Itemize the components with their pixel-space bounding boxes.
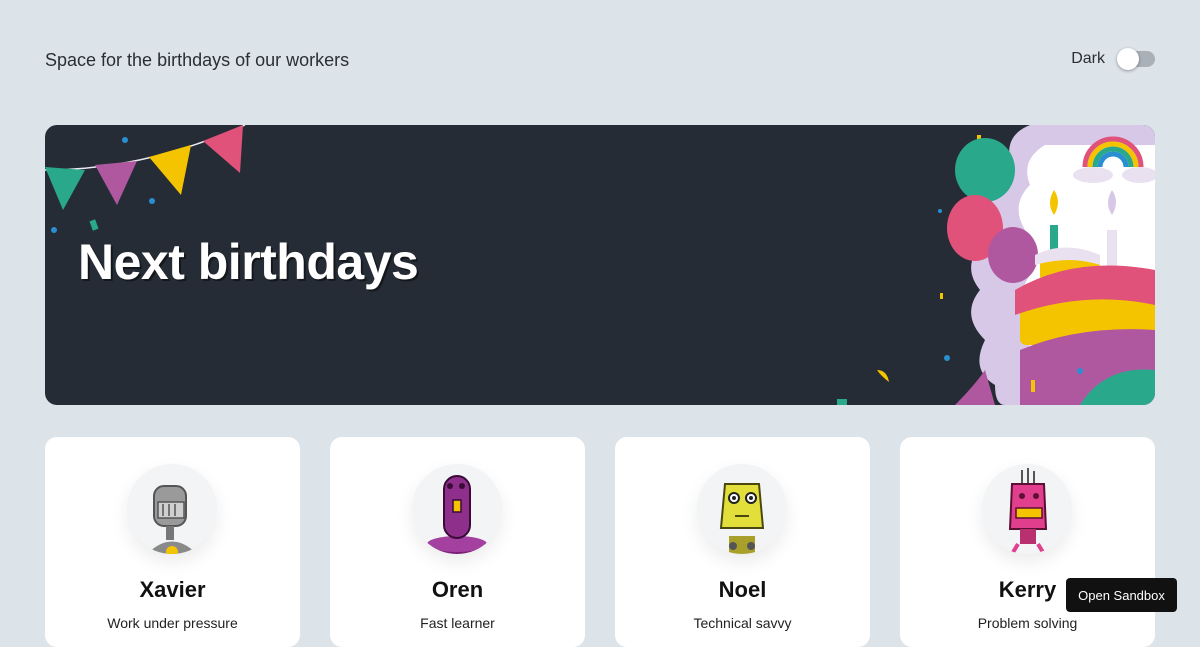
confetti xyxy=(51,227,57,233)
confetti xyxy=(149,198,155,204)
dark-mode-label: Dark xyxy=(1071,50,1105,67)
worker-card[interactable]: Xavier Work under pressure xyxy=(45,437,300,647)
candle xyxy=(1107,230,1117,270)
worker-card[interactable]: Kerry Problem solving xyxy=(900,437,1155,647)
worker-name: Xavier xyxy=(139,577,206,602)
bunting-flag-purple xyxy=(95,161,137,205)
worker-card[interactable]: Oren Fast learner xyxy=(330,437,585,647)
dark-mode-control: Dark xyxy=(1071,48,1155,70)
worker-skill: Problem solving xyxy=(977,615,1078,631)
next-birthdays-banner: Next birthdays xyxy=(45,125,1155,405)
confetti xyxy=(877,370,889,382)
worker-skill: Fast learner xyxy=(420,615,495,631)
worker-name: Noel xyxy=(718,577,767,602)
balloon-purple xyxy=(988,227,1038,283)
top-bar: Space for the birthdays of our workers D… xyxy=(45,48,1155,76)
banner-title: Next birthdays xyxy=(78,234,419,290)
confetti xyxy=(89,219,99,231)
yellow-robot-icon xyxy=(697,464,787,554)
balloon-teal xyxy=(955,138,1015,202)
confetti xyxy=(122,137,128,143)
confetti xyxy=(940,293,943,299)
page-tagline: Space for the birthdays of our workers xyxy=(45,50,350,70)
workers-list: Xavier Work under pressure Oren Fast lea… xyxy=(45,437,1155,647)
bunting-flag-pink xyxy=(203,125,243,173)
dark-mode-toggle[interactable] xyxy=(1117,48,1155,70)
bunting-flag-teal xyxy=(45,167,85,210)
toggle-knob[interactable] xyxy=(1117,48,1139,70)
purple-robot-icon xyxy=(412,464,502,554)
bunting-flag-yellow xyxy=(149,145,191,195)
worker-skill: Technical savvy xyxy=(693,615,792,631)
worker-card[interactable]: Noel Technical savvy xyxy=(615,437,870,647)
open-sandbox-button[interactable]: Open Sandbox xyxy=(1066,578,1177,612)
worker-skill: Work under pressure xyxy=(107,615,238,631)
gray-robot-icon xyxy=(127,464,217,554)
confetti xyxy=(944,355,950,361)
worker-name: Oren xyxy=(431,577,484,602)
confetti xyxy=(837,399,847,405)
pink-robot-icon xyxy=(982,464,1072,554)
confetti xyxy=(938,209,942,213)
